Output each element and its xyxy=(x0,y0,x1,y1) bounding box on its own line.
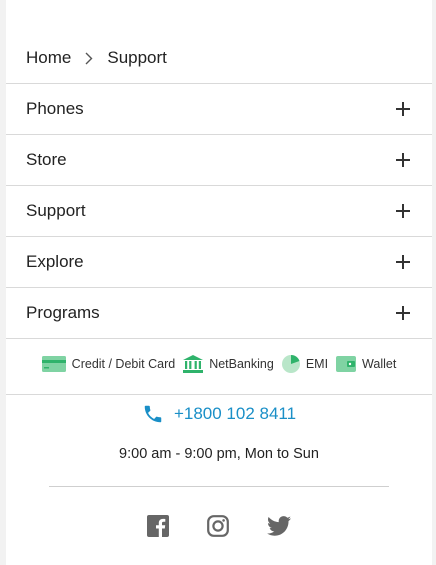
divider xyxy=(6,338,432,339)
support-phone-link[interactable]: +1800 102 8411 xyxy=(6,400,432,428)
payment-netbanking: NetBanking xyxy=(183,355,274,373)
accordion-store[interactable]: Store xyxy=(6,135,432,185)
payment-card-label: Credit / Debit Card xyxy=(71,357,176,371)
plus-icon xyxy=(396,255,410,269)
support-hours: 9:00 am - 9:00 pm, Mon to Sun xyxy=(119,446,319,462)
pie-icon xyxy=(281,355,300,373)
accordion-label: Support xyxy=(26,201,86,220)
payment-wallet-label: Wallet xyxy=(362,357,397,371)
plus-icon xyxy=(396,102,410,116)
payment-netbanking-label: NetBanking xyxy=(209,357,274,371)
plus-icon xyxy=(396,153,410,167)
payment-emi-label: EMI xyxy=(305,357,329,371)
accordion-programs[interactable]: Programs xyxy=(6,288,432,338)
wallet-icon xyxy=(336,356,357,372)
plus-icon xyxy=(396,306,410,320)
twitter-icon[interactable] xyxy=(267,516,291,536)
bank-icon xyxy=(183,355,204,373)
instagram-icon[interactable] xyxy=(207,515,229,537)
chevron-right-icon xyxy=(85,52,93,65)
divider xyxy=(49,486,389,487)
credit-card-icon xyxy=(41,356,66,372)
accordion-label: Store xyxy=(26,150,67,169)
accordion-label: Programs xyxy=(26,303,100,322)
payment-methods: Credit / Debit Card NetBanking EMI Walle… xyxy=(6,351,432,377)
accordion-label: Explore xyxy=(26,252,84,271)
accordion-phones[interactable]: Phones xyxy=(6,84,432,134)
breadcrumb-home[interactable]: Home xyxy=(26,48,71,68)
phone-number: +1800 102 8411 xyxy=(173,404,297,423)
payment-card: Credit / Debit Card xyxy=(41,356,176,372)
accordion-label: Phones xyxy=(26,99,84,118)
accordion-support[interactable]: Support xyxy=(6,186,432,236)
accordion-explore[interactable]: Explore xyxy=(6,237,432,287)
social-links xyxy=(6,513,432,539)
plus-icon xyxy=(396,204,410,218)
payment-wallet: Wallet xyxy=(336,356,396,372)
phone-icon xyxy=(144,405,162,423)
breadcrumb-current: Support xyxy=(107,48,167,67)
footer-panel: Home Support Phones Store Support Explor… xyxy=(6,0,432,565)
payment-emi: EMI xyxy=(281,355,329,373)
breadcrumb: Home Support xyxy=(26,47,167,69)
facebook-icon[interactable] xyxy=(147,515,169,537)
divider xyxy=(6,394,432,395)
